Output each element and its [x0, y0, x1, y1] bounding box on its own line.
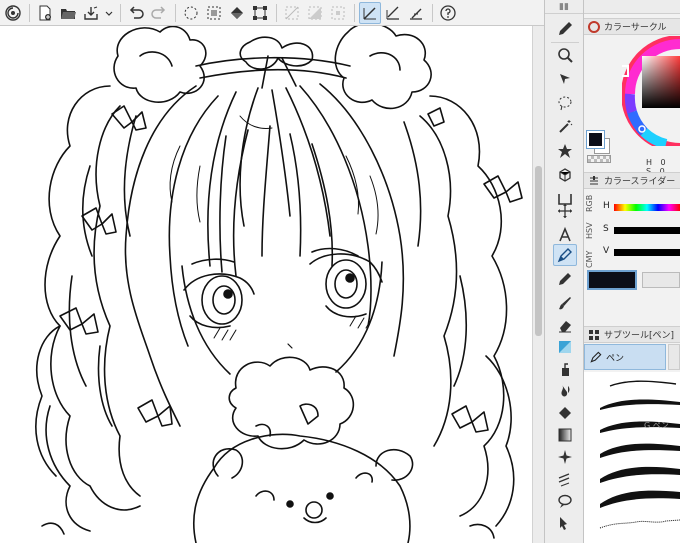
subtool-brush-list: G ペン	[584, 372, 680, 543]
decoration-tool-icon[interactable]	[553, 380, 577, 402]
color-model-tabs: RGB HSV CMY	[584, 190, 597, 276]
save-icon[interactable]	[80, 2, 102, 24]
lasso-tool-icon[interactable]	[553, 92, 577, 114]
brush-item[interactable]	[584, 486, 680, 510]
brush-item[interactable]: G ペン	[584, 414, 680, 438]
move-layer-tool-icon[interactable]	[553, 68, 577, 90]
drawing-canvas[interactable]	[0, 26, 532, 543]
redo-icon[interactable]	[148, 2, 170, 24]
airbrush-tool-icon[interactable]	[553, 358, 577, 380]
hue-slider[interactable]	[614, 204, 680, 211]
gradient-tool-icon[interactable]	[553, 424, 577, 446]
scrollbar-thumb[interactable]	[535, 166, 542, 336]
subtool-panel-title: サブツール[ペン]	[604, 331, 675, 341]
color-wheel-panel-title: カラーサークル	[604, 23, 667, 33]
correct-line-tool-icon[interactable]	[553, 512, 577, 534]
invert-selection-icon[interactable]	[304, 2, 326, 24]
brush-partial-label: G ペン	[644, 421, 669, 430]
panel-grip[interactable]	[584, 0, 680, 14]
tab-hsv[interactable]: HSV	[585, 218, 596, 244]
line-art-illustration	[35, 26, 523, 543]
snap-grid-icon[interactable]	[405, 2, 427, 24]
slider-s-label: S	[603, 224, 609, 234]
pencil-tool-icon[interactable]	[553, 268, 577, 290]
pen-tool-icon[interactable]	[553, 244, 577, 266]
select-all-icon[interactable]	[203, 2, 225, 24]
clear-selection-icon[interactable]	[180, 2, 202, 24]
command-bar	[0, 0, 544, 26]
color-slider-panel-header[interactable]: カラースライダー	[584, 172, 680, 189]
subtool-group-next[interactable]	[668, 344, 680, 370]
help-icon[interactable]	[437, 2, 459, 24]
canvas-vertical-scrollbar[interactable]	[532, 26, 544, 543]
star-wand-icon[interactable]	[553, 140, 577, 162]
brush-item[interactable]	[584, 392, 680, 416]
previous-color-preview[interactable]	[642, 272, 680, 288]
color-slider-panel-title: カラースライダー	[604, 177, 676, 187]
brush-item[interactable]	[584, 512, 680, 536]
zoom-tool-icon[interactable]	[553, 44, 577, 66]
transform-icon[interactable]	[249, 2, 271, 24]
tab-cmy[interactable]: CMY	[585, 246, 596, 272]
subtool-group-label: ペン	[606, 353, 625, 364]
color-slider-header-icon	[590, 175, 598, 184]
palette-grip[interactable]: ▮▮	[545, 0, 583, 14]
saturation-slider[interactable]	[614, 227, 680, 234]
fill-icon[interactable]	[226, 2, 248, 24]
brush-item[interactable]	[584, 462, 680, 486]
show-selection-icon[interactable]	[327, 2, 349, 24]
right-panel-column: カラーサークル H 0 S 0 カラースライダー RGB	[584, 0, 680, 543]
move-tool-icon[interactable]	[553, 200, 577, 222]
eraser-tool-icon[interactable]	[553, 314, 577, 336]
subtool-header-icon	[589, 329, 599, 340]
brush-tool-header-icon[interactable]	[553, 18, 577, 40]
text-tool-icon[interactable]	[553, 224, 577, 246]
transparent-color-swatch[interactable]	[587, 155, 611, 163]
wand-tool-icon[interactable]	[553, 116, 577, 138]
sparkle-tool-icon[interactable]	[553, 446, 577, 468]
current-color-preview[interactable]	[587, 270, 637, 290]
main-color-swatch[interactable]	[586, 130, 605, 149]
brush-tool-icon[interactable]	[553, 292, 577, 314]
undo-icon[interactable]	[125, 2, 147, 24]
value-slider[interactable]	[614, 249, 680, 256]
slider-v-label: V	[603, 246, 610, 256]
blend-tool-icon[interactable]	[553, 336, 577, 358]
open-folder-icon[interactable]	[57, 2, 79, 24]
color-wheel[interactable]	[622, 36, 680, 146]
ruler-tool-icon[interactable]	[553, 468, 577, 490]
snap-ruler-icon[interactable]	[359, 1, 381, 24]
chevron-down-icon[interactable]	[103, 2, 115, 24]
object-tool-icon[interactable]	[553, 164, 577, 186]
balloon-tool-icon[interactable]	[553, 490, 577, 512]
subtool-panel-header[interactable]: サブツール[ペン]	[584, 326, 680, 343]
subtool-group-pen[interactable]: ペン	[584, 344, 666, 370]
fill-tool-icon[interactable]	[553, 402, 577, 424]
color-wheel-panel-header[interactable]: カラーサークル	[584, 18, 680, 35]
clip-studio-icon[interactable]	[2, 2, 24, 24]
deselect-icon[interactable]	[281, 2, 303, 24]
slider-h-label: H	[603, 201, 610, 211]
tool-palette: ▮▮	[544, 0, 584, 543]
snap-special-ruler-icon[interactable]	[382, 2, 404, 24]
tab-rgb[interactable]: RGB	[585, 190, 596, 216]
brush-item[interactable]	[584, 438, 680, 462]
pen-group-icon	[590, 351, 602, 363]
color-wheel-header-icon	[588, 20, 600, 33]
new-file-icon[interactable]	[34, 2, 56, 24]
